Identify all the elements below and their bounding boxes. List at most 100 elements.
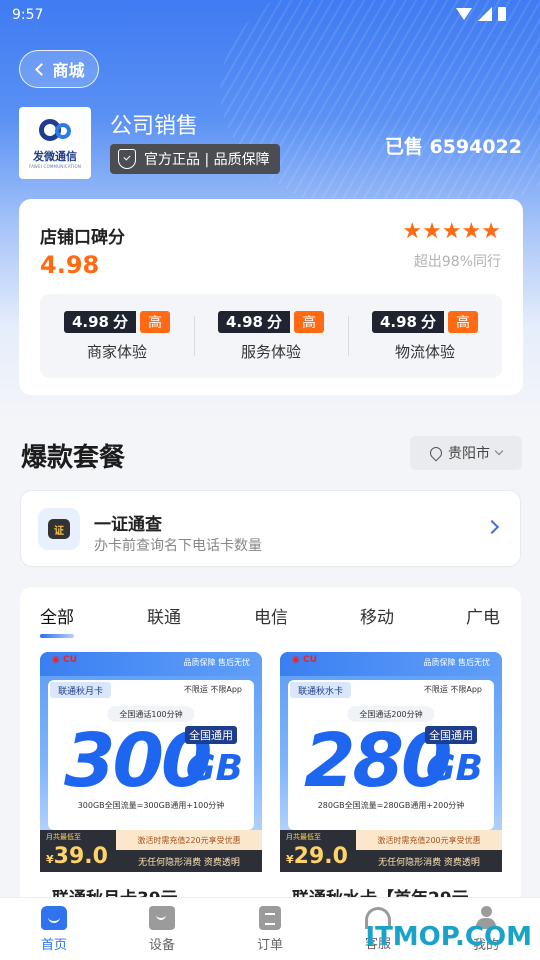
verify-subtitle: 办卡前查询名下电话卡数量 (94, 538, 262, 554)
chevron-right-icon (484, 519, 500, 535)
status-icons (456, 7, 506, 21)
nav-label: 设备 (148, 937, 175, 953)
nav-device[interactable]: 设备 (108, 898, 216, 960)
score-label: 服务体验 (240, 342, 301, 361)
score-unit: 分 (421, 313, 437, 331)
transparent-text: 无任何隐形消费 资费透明 (116, 850, 262, 872)
signal-icon (478, 7, 492, 21)
price-value: 29.0 (293, 844, 348, 869)
sold-count: 已售 6594022 (384, 136, 522, 158)
quality-tag: 品质保障 售后无忧 (183, 658, 250, 667)
sub-score-logistics: 4.98 分 高 物流体验 (348, 294, 502, 378)
score-pill: 4.98 分 高 (217, 310, 325, 333)
nav-label: 首页 (40, 937, 67, 953)
product-card[interactable]: ◉ CU 品质保障 售后无忧 联通秋水卡 不限运 不限App 全国通话200分钟… (280, 652, 502, 912)
official-badge-text: 官方正品 | 品质保障 (144, 152, 270, 168)
price: ¥29.0 (286, 844, 348, 869)
location-pin-icon (427, 444, 445, 462)
back-label: 商城 (52, 61, 85, 80)
currency: ¥ (286, 853, 294, 866)
store-logo-name: 发微通信 (33, 150, 77, 163)
score-label: 商家体验 (86, 342, 147, 361)
tab-indicator (40, 634, 74, 638)
back-button[interactable]: 商城 (19, 50, 99, 88)
china-unicom-logo-icon: ◉ CU (52, 655, 77, 665)
price: ¥39.0 (46, 844, 108, 869)
id-card-glyph: 证 (48, 519, 70, 539)
rating-title: 店铺口碑分 (40, 228, 125, 248)
score-value: 4.98 (71, 312, 109, 331)
verify-card[interactable]: 证 一证通查 办卡前查询名下电话卡数量 (20, 490, 521, 567)
score-unit: 分 (267, 313, 283, 331)
header-decoration (220, 0, 540, 220)
city-label: 贵阳市 (448, 446, 490, 462)
score-value-box: 4.98 分 (63, 310, 137, 333)
chevron-left-icon (35, 62, 49, 76)
status-bar: 9:57 (0, 0, 540, 32)
score-value-box: 4.98 分 (217, 310, 291, 333)
score-value-box: 4.98 分 (371, 310, 445, 333)
tab-telecom[interactable]: 电信 (254, 603, 288, 628)
tab-broadcast[interactable]: 广电 (466, 603, 500, 628)
price-band: 月共最低至 ¥39.0 激活时需充值220元享受优惠 无任何隐形消费 资费透明 (40, 830, 262, 872)
rating-card: 店铺口碑分 4.98 ★★★★★ 超出98%同行 4.98 分 高 商家体验 4.… (19, 199, 523, 395)
store-logo-mark-icon (37, 117, 73, 145)
price-tip: 月共最低至 (286, 833, 321, 841)
nav-orders[interactable]: 订单 (216, 898, 324, 960)
flow-desc: 280GB全国流量=280GB通用+200分钟 (317, 801, 465, 810)
nav-label: 订单 (256, 937, 283, 953)
score-level: 高 (140, 310, 171, 333)
national-tag: 全国通用 (425, 726, 477, 744)
wifi-icon (456, 8, 472, 20)
shield-icon (118, 149, 136, 169)
rating-beyond: 超出98%同行 (413, 254, 501, 270)
score-unit: 分 (113, 313, 129, 331)
id-card-icon: 证 (38, 508, 80, 550)
sub-score-service: 4.98 分 高 服务体验 (194, 294, 348, 378)
store-logo: 发微通信 FAWEI COMMUNICATION (19, 107, 91, 179)
store-logo-sub: FAWEI COMMUNICATION (28, 164, 82, 169)
nav-home[interactable]: 首页 (0, 898, 108, 960)
rating-score: 4.98 (40, 251, 100, 279)
carrier-tabs: 全部 联通 电信 移动 广电 (20, 603, 521, 643)
national-tag: 全国通用 (185, 726, 237, 744)
official-badge: 官方正品 | 品质保障 (110, 144, 280, 174)
battery-icon (498, 7, 506, 21)
sub-score-merchant: 4.98 分 高 商家体验 (40, 294, 194, 378)
score-level: 高 (448, 310, 479, 333)
chevron-down-icon (494, 446, 504, 456)
price-tip: 月共最低至 (46, 833, 81, 841)
store-name: 公司销售 (110, 114, 199, 139)
city-select[interactable]: 贵阳市 (410, 436, 522, 470)
currency: ¥ (46, 853, 54, 866)
data-unit: GB (186, 748, 243, 789)
china-unicom-logo-icon: ◉ CU (292, 655, 317, 665)
score-value: 4.98 (225, 312, 263, 331)
product-poster: ◉ CU 品质保障 售后无忧 联通秋水卡 不限运 不限App 全国通话200分钟… (280, 652, 502, 872)
section-title: 爆款套餐 (21, 443, 126, 473)
device-icon (149, 905, 175, 930)
tab-unicom[interactable]: 联通 (147, 603, 181, 628)
star-rating-icon: ★★★★★ (402, 219, 501, 244)
card-name: 联通秋水卡 (290, 682, 352, 698)
score-pill: 4.98 分 高 (371, 310, 479, 333)
score-pill: 4.98 分 高 (63, 310, 171, 333)
status-time: 9:57 (12, 7, 44, 23)
price-band: 月共最低至 ¥29.0 激活时需充值200元享受优惠 无任何隐形消费 资费透明 (280, 830, 502, 872)
price-value: 39.0 (53, 844, 108, 869)
score-value: 4.98 (379, 312, 417, 331)
verify-title: 一证通查 (94, 515, 162, 535)
promo-text: 激活时需充值200元享受优惠 (356, 830, 502, 850)
card-tags: 不限运 不限App (183, 685, 242, 694)
score-label: 物流体验 (394, 342, 455, 361)
data-unit: GB (426, 748, 483, 789)
card-tags: 不限运 不限App (423, 685, 482, 694)
promo-text: 激活时需充值220元享受优惠 (116, 830, 262, 850)
score-level: 高 (294, 310, 325, 333)
tab-mobile[interactable]: 移动 (360, 603, 394, 628)
product-card[interactable]: ◉ CU 品质保障 售后无忧 联通秋月卡 不限运 不限App 全国通话100分钟… (40, 652, 262, 912)
flow-desc: 300GB全国流量=300GB通用+100分钟 (77, 801, 225, 810)
tab-all[interactable]: 全部 (40, 603, 74, 628)
home-icon (41, 905, 67, 930)
card-name: 联通秋月卡 (50, 682, 112, 698)
